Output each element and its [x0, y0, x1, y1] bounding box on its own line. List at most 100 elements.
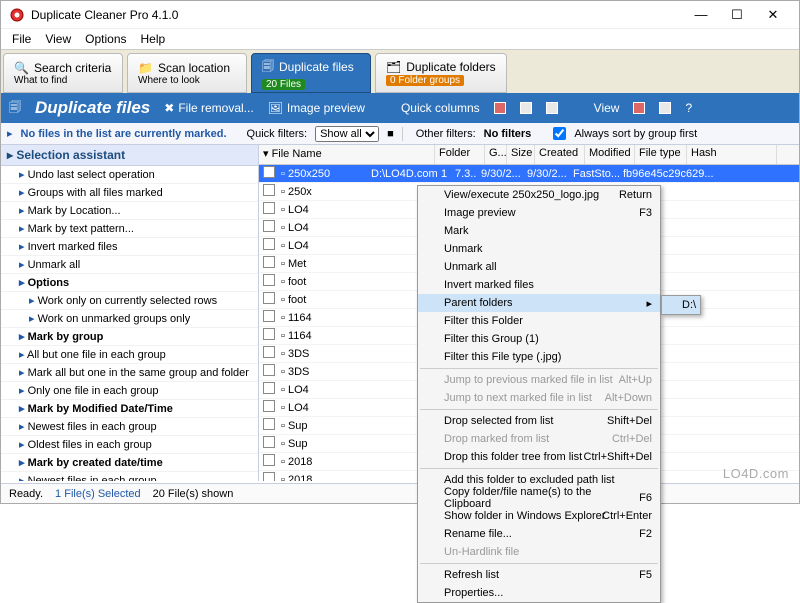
context-menu-item[interactable]: Properties... — [418, 584, 660, 602]
row-checkbox[interactable] — [263, 256, 275, 268]
row-checkbox[interactable] — [263, 472, 275, 481]
tab-duplicate-files[interactable]: 🗐Duplicate files 20 Files — [251, 53, 371, 93]
quickcol-btn-3[interactable] — [546, 102, 558, 114]
sidebar-item[interactable]: ▸ Oldest files in each group — [1, 436, 258, 454]
context-menu-item: Un-Hardlink file — [418, 543, 660, 561]
sidebar-item[interactable]: ▸ Work only on currently selected rows — [1, 292, 258, 310]
row-checkbox[interactable] — [263, 346, 275, 358]
context-menu-item[interactable]: Image previewF3 — [418, 204, 660, 222]
table-row[interactable]: ▫ 250x250D:\LO4D.com\17.3...9/30/2...9/3… — [259, 165, 799, 183]
tab-scan-location[interactable]: 📁Scan location Where to look — [127, 53, 247, 93]
context-menu-item[interactable]: Show folder in Windows ExplorerCtrl+Ente… — [418, 507, 660, 525]
sidebar-item[interactable]: ▸ Mark by text pattern... — [1, 220, 258, 238]
clear-filter-icon[interactable]: ■ — [387, 128, 394, 140]
view-label: View — [594, 101, 620, 115]
context-menu-item[interactable]: Rename file...F2 — [418, 525, 660, 543]
context-menu-item[interactable]: Filter this Group (1) — [418, 330, 660, 348]
sidebar-item[interactable]: ▸ Only one file in each group — [1, 382, 258, 400]
col-size[interactable]: Size — [507, 145, 535, 164]
file-removal-button[interactable]: ✖File removal... — [164, 101, 253, 115]
tab-duplicate-folders[interactable]: 🗂Duplicate folders 0 Folder groups — [375, 53, 507, 93]
always-sort-label: Always sort by group first — [574, 128, 697, 140]
col-folder[interactable]: Folder — [435, 145, 485, 164]
row-checkbox[interactable] — [263, 454, 275, 466]
col-filename[interactable]: ▾ File Name — [259, 145, 435, 164]
sidebar-item[interactable]: ▸ Undo last select operation — [1, 166, 258, 184]
always-sort-checkbox[interactable] — [553, 127, 566, 140]
context-menu-item[interactable]: Filter this File type (.jpg) — [418, 348, 660, 366]
status-bar: Ready. 1 File(s) Selected 20 File(s) sho… — [1, 483, 799, 503]
sidebar-item[interactable]: ▸ Mark by Modified Date/Time — [1, 400, 258, 418]
row-checkbox[interactable] — [263, 328, 275, 340]
sidebar-item[interactable]: ▸ Unmark all — [1, 256, 258, 274]
context-menu-item[interactable]: Copy folder/file name(s) to the Clipboar… — [418, 489, 660, 507]
context-menu-item[interactable]: Drop this folder tree from listCtrl+Shif… — [418, 448, 660, 466]
quick-filters-select[interactable]: Show all — [315, 126, 379, 142]
maximize-button[interactable]: ☐ — [719, 2, 755, 28]
quick-filters-label: Quick filters: — [247, 128, 308, 140]
sidebar-item[interactable]: ▸ Mark by Location... — [1, 202, 258, 220]
context-menu-item: Drop marked from listCtrl+Del — [418, 430, 660, 448]
col-group[interactable]: G... — [485, 145, 507, 164]
help-icon[interactable]: ? — [685, 101, 692, 115]
row-checkbox[interactable] — [263, 220, 275, 232]
folder-icon: 📁 — [138, 61, 153, 75]
menu-file[interactable]: File — [5, 32, 38, 46]
menu-help[interactable]: Help — [134, 32, 173, 46]
quickcol-btn-1[interactable] — [494, 102, 506, 114]
image-preview-button[interactable]: 🖼Image preview — [268, 101, 365, 115]
row-checkbox[interactable] — [263, 310, 275, 322]
context-menu-item[interactable]: Refresh listF5 — [418, 566, 660, 584]
context-menu-item[interactable]: Mark — [418, 222, 660, 240]
page-header: 🗐 Duplicate files ✖File removal... 🖼Imag… — [1, 93, 799, 123]
sidebar-item[interactable]: ▸ Groups with all files marked — [1, 184, 258, 202]
sidebar-item[interactable]: ▸ Options — [1, 274, 258, 292]
col-created[interactable]: Created — [535, 145, 585, 164]
col-modified[interactable]: Modified — [585, 145, 635, 164]
menu-view[interactable]: View — [38, 32, 78, 46]
page-title: Duplicate files — [35, 98, 150, 118]
sidebar-item[interactable]: ▸ Newest files in each group — [1, 418, 258, 436]
sidebar-item[interactable]: ▸ Newest files in each group — [1, 472, 258, 481]
row-checkbox[interactable] — [263, 184, 275, 196]
row-checkbox[interactable] — [263, 166, 275, 178]
menu-options[interactable]: Options — [78, 32, 133, 46]
context-menu-item[interactable]: Parent folders▸ — [418, 294, 660, 312]
view-list-button[interactable] — [633, 102, 645, 114]
row-checkbox[interactable] — [263, 382, 275, 394]
col-hash[interactable]: Hash — [687, 145, 777, 164]
submenu-item[interactable]: D:\ — [662, 296, 700, 314]
chevron-icon[interactable]: ▸ — [7, 127, 13, 140]
row-checkbox[interactable] — [263, 202, 275, 214]
context-menu-item[interactable]: Invert marked files — [418, 276, 660, 294]
context-menu-item[interactable]: Unmark all — [418, 258, 660, 276]
quickcol-btn-2[interactable] — [520, 102, 532, 114]
context-menu-item[interactable]: View/execute 250x250_logo.jpgReturn — [418, 186, 660, 204]
col-filetype[interactable]: File type — [635, 145, 687, 164]
sidebar-item[interactable]: ▸ Mark by group — [1, 328, 258, 346]
context-menu-item[interactable]: Drop selected from listShift+Del — [418, 412, 660, 430]
row-checkbox[interactable] — [263, 364, 275, 376]
row-checkbox[interactable] — [263, 400, 275, 412]
sidebar-item[interactable]: ▸ Work on unmarked groups only — [1, 310, 258, 328]
row-checkbox[interactable] — [263, 292, 275, 304]
view-grid-button[interactable] — [659, 102, 671, 114]
selection-assistant-panel: ▸ Selection assistant ▸ Undo last select… — [1, 145, 259, 481]
tab-search-criteria[interactable]: 🔍Search criteria What to find — [3, 53, 123, 93]
menu-bar: File View Options Help — [1, 29, 799, 49]
close-button[interactable]: ✕ — [755, 2, 791, 28]
row-checkbox[interactable] — [263, 418, 275, 430]
sidebar-item[interactable]: ▸ Invert marked files — [1, 238, 258, 256]
sidebar-item[interactable]: ▸ Mark all but one in the same group and… — [1, 364, 258, 382]
minimize-button[interactable]: — — [683, 2, 719, 28]
row-checkbox[interactable] — [263, 238, 275, 250]
sidebar-item[interactable]: ▸ All but one file in each group — [1, 346, 258, 364]
files-icon: 🗐 — [262, 57, 274, 78]
row-checkbox[interactable] — [263, 436, 275, 448]
row-checkbox[interactable] — [263, 274, 275, 286]
tab-strip: 🔍Search criteria What to find 📁Scan loca… — [1, 49, 799, 93]
context-menu-item[interactable]: Filter this Folder — [418, 312, 660, 330]
files-badge: 20 Files — [262, 79, 305, 90]
sidebar-item[interactable]: ▸ Mark by created date/time — [1, 454, 258, 472]
context-menu-item[interactable]: Unmark — [418, 240, 660, 258]
